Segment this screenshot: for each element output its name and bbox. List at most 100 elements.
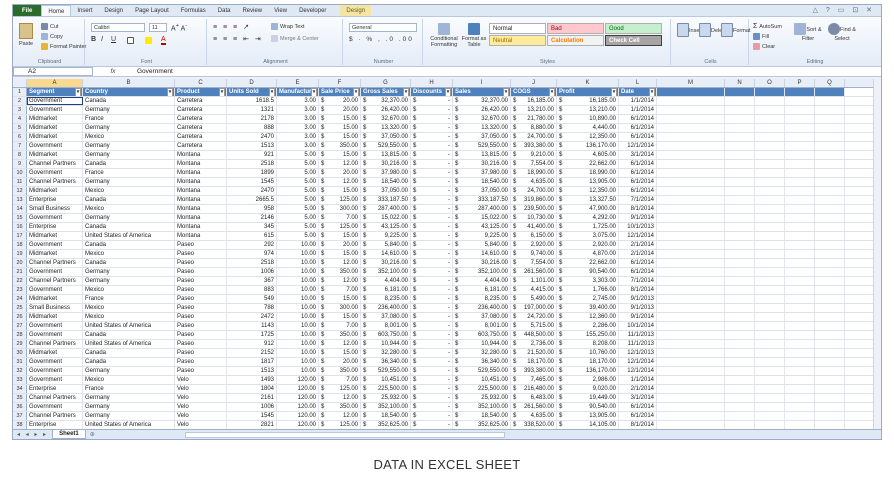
cell[interactable]: Carretera xyxy=(175,106,227,114)
row-header[interactable]: 35 xyxy=(13,394,27,402)
cell[interactable]: France xyxy=(83,115,175,123)
cell[interactable]: Channel Partners xyxy=(27,277,83,285)
cell[interactable]: $ - xyxy=(411,376,453,384)
empty-cell[interactable] xyxy=(725,232,755,240)
cell[interactable]: 11/1/2013 xyxy=(619,340,657,348)
empty-cell[interactable] xyxy=(657,133,725,141)
cell[interactable]: $18,170.00 xyxy=(511,358,557,366)
cell[interactable]: Paseo xyxy=(175,259,227,267)
empty-cell[interactable] xyxy=(657,106,725,114)
cell[interactable]: Government xyxy=(27,322,83,330)
cell[interactable]: $287,400.00 xyxy=(361,205,411,213)
tab-view[interactable]: View xyxy=(268,5,293,16)
empty-cell[interactable] xyxy=(657,268,725,276)
cell[interactable]: $12.00 xyxy=(319,394,361,402)
row-header[interactable]: 33 xyxy=(13,376,27,384)
cell[interactable]: $ - xyxy=(411,187,453,195)
cell[interactable]: Montana xyxy=(175,223,227,231)
cell[interactable]: 9/1/2014 xyxy=(619,313,657,321)
empty-cell[interactable] xyxy=(725,403,755,411)
empty-cell[interactable] xyxy=(725,385,755,393)
empty-cell[interactable] xyxy=(815,277,845,285)
select-all-corner[interactable] xyxy=(13,79,27,87)
empty-cell[interactable] xyxy=(815,205,845,213)
grow-font-button[interactable]: A+ A- xyxy=(171,23,187,32)
empty-cell[interactable] xyxy=(725,160,755,168)
column-header-h[interactable]: H xyxy=(411,79,453,87)
empty-cell[interactable] xyxy=(785,367,815,375)
empty-cell[interactable] xyxy=(725,205,755,213)
empty-cell[interactable] xyxy=(815,304,845,312)
cell[interactable]: Canada xyxy=(83,241,175,249)
cell[interactable]: $ - xyxy=(411,304,453,312)
merge-center-button[interactable]: Merge & Center xyxy=(271,35,319,42)
empty-cell[interactable] xyxy=(785,160,815,168)
empty-cell[interactable] xyxy=(785,394,815,402)
cell[interactable]: $ - xyxy=(411,421,453,429)
cell[interactable]: $7.00 xyxy=(319,286,361,294)
empty-cell[interactable] xyxy=(755,340,785,348)
cell[interactable]: $8,001.00 xyxy=(453,322,511,330)
empty-cell[interactable] xyxy=(755,358,785,366)
cell[interactable]: $239,500.00 xyxy=(511,205,557,213)
cell[interactable]: $352,100.00 xyxy=(361,268,411,276)
cell[interactable]: 10.00 xyxy=(277,241,319,249)
cell[interactable]: 1321 xyxy=(227,106,277,114)
cell[interactable]: 10.00 xyxy=(277,304,319,312)
cell[interactable]: $13,210.00 xyxy=(557,106,619,114)
cell[interactable]: $37,080.00 xyxy=(361,313,411,321)
cell[interactable]: 6/1/2014 xyxy=(619,403,657,411)
cell[interactable]: $393,380.00 xyxy=(511,367,557,375)
empty-cell[interactable] xyxy=(755,187,785,195)
cell[interactable]: $ - xyxy=(411,322,453,330)
empty-cell[interactable] xyxy=(815,196,845,204)
cell[interactable]: Velo xyxy=(175,394,227,402)
empty-cell[interactable] xyxy=(815,349,845,357)
cell[interactable]: 3.00 xyxy=(277,115,319,123)
cell[interactable]: Channel Partners xyxy=(27,160,83,168)
cell[interactable]: Government xyxy=(27,169,83,177)
cell[interactable]: $ - xyxy=(411,241,453,249)
cell[interactable]: $12.00 xyxy=(319,259,361,267)
empty-cell[interactable] xyxy=(657,115,725,123)
cell[interactable]: $22,662.00 xyxy=(557,160,619,168)
cell[interactable]: $21,780.00 xyxy=(511,115,557,123)
cell[interactable]: Velo xyxy=(175,412,227,420)
cell[interactable]: $32,370.00 xyxy=(453,97,511,105)
filter-dropdown-icon[interactable]: ▾ xyxy=(445,88,451,96)
cell[interactable]: 7/1/2014 xyxy=(619,196,657,204)
empty-cell[interactable] xyxy=(755,241,785,249)
cell[interactable]: 9/1/2014 xyxy=(619,214,657,222)
empty-cell[interactable] xyxy=(755,214,785,222)
empty-cell[interactable] xyxy=(785,106,815,114)
cell[interactable]: France xyxy=(83,385,175,393)
cell[interactable]: 10.00 xyxy=(277,322,319,330)
cell[interactable]: $352,625.00 xyxy=(453,421,511,429)
cell[interactable]: Germany xyxy=(83,277,175,285)
paste-button[interactable]: Paste xyxy=(19,23,33,47)
cell[interactable]: Germany xyxy=(83,403,175,411)
cell[interactable]: $603,750.00 xyxy=(361,331,411,339)
row-header[interactable]: 22 xyxy=(13,277,27,285)
cell[interactable]: 1513 xyxy=(227,367,277,375)
cell[interactable]: $14,610.00 xyxy=(361,250,411,258)
cell[interactable]: Government xyxy=(27,106,83,114)
empty-cell[interactable] xyxy=(725,187,755,195)
cell[interactable]: $8,235.00 xyxy=(361,295,411,303)
tab-developer[interactable]: Developer xyxy=(293,5,332,16)
cell[interactable]: Paseo xyxy=(175,268,227,276)
row-header[interactable]: 9 xyxy=(13,160,27,168)
cell[interactable]: Government xyxy=(27,268,83,276)
empty-cell[interactable] xyxy=(815,214,845,222)
cell[interactable]: $16,185.00 xyxy=(511,97,557,105)
cell[interactable]: $25,932.00 xyxy=(453,394,511,402)
cell[interactable]: 6/1/2014 xyxy=(619,259,657,267)
cell[interactable]: Germany xyxy=(83,124,175,132)
cell[interactable]: $15,022.00 xyxy=(361,214,411,222)
row-header[interactable]: 5 xyxy=(13,124,27,132)
cell[interactable]: $603,750.00 xyxy=(453,331,511,339)
cell[interactable]: $300.00 xyxy=(319,304,361,312)
empty-cell[interactable] xyxy=(815,394,845,402)
column-header-cell[interactable]: Sales ▾ xyxy=(453,88,511,96)
empty-cell[interactable] xyxy=(785,151,815,159)
